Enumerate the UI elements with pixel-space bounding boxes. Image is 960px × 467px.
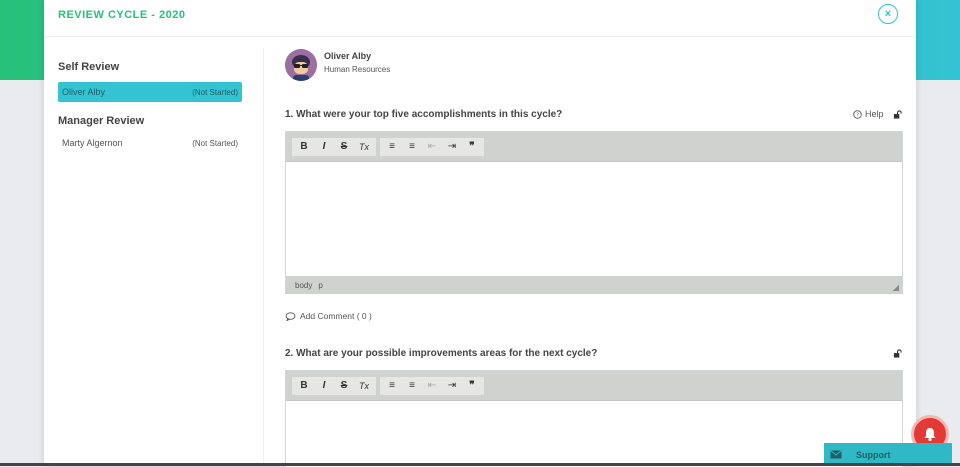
sidebar-item-name: Marty Algernon: [62, 138, 123, 148]
italic-button[interactable]: I: [314, 138, 334, 156]
format-group: B I S Tx: [292, 137, 376, 156]
question-1-text: 1. What were your top five accomplishmen…: [285, 109, 563, 120]
avatar: [285, 49, 317, 81]
unlock-icon[interactable]: [893, 110, 902, 119]
close-button[interactable]: ×: [878, 4, 898, 24]
ordered-list-button[interactable]: ≡: [382, 138, 402, 156]
comment-icon: [285, 311, 296, 321]
user-name: Oliver Alby: [324, 51, 372, 61]
bullet-list-button[interactable]: ≡: [402, 377, 422, 395]
sidebar-item-oliver-alby[interactable]: Oliver Alby (Not Started): [58, 82, 242, 102]
support-label: Support: [856, 449, 891, 460]
question-2-editor: B I S Tx ≡ ≡ ⇤ ⇥ ❞: [285, 370, 903, 467]
editor-text-area[interactable]: [286, 401, 902, 467]
add-comment-label: Add Comment ( 0 ): [300, 311, 372, 321]
editor-toolbar: B I S Tx ≡ ≡ ⇤ ⇥ ❞: [286, 132, 902, 162]
question-2-text: 2. What are your possible improvements a…: [285, 348, 598, 359]
bold-button[interactable]: B: [294, 377, 314, 395]
close-icon: ×: [884, 8, 892, 20]
question-circle-icon: ?: [853, 109, 862, 119]
unlock-icon[interactable]: [893, 349, 902, 358]
svg-text:?: ?: [856, 112, 859, 118]
list-group: ≡ ≡ ⇤ ⇥ ❞: [380, 137, 484, 156]
strike-button[interactable]: S: [334, 138, 354, 156]
modal-header: REVIEW CYCLE - 2020 ×: [44, 0, 916, 37]
manager-review-heading: Manager Review: [58, 115, 145, 127]
path-body[interactable]: body: [295, 281, 312, 290]
bullet-list-button[interactable]: ≡: [402, 138, 422, 156]
ordered-list-button[interactable]: ≡: [382, 377, 402, 395]
editor-text-area[interactable]: [286, 162, 902, 276]
bold-button[interactable]: B: [294, 138, 314, 156]
list-group: ≡ ≡ ⇤ ⇥ ❞: [380, 376, 484, 395]
outdent-button[interactable]: ⇤: [422, 138, 442, 156]
help-label: Help: [865, 109, 884, 119]
help-link[interactable]: ? Help: [853, 109, 884, 119]
italic-button[interactable]: I: [314, 377, 334, 395]
editor-statusbar: body p: [286, 276, 902, 294]
format-group: B I S Tx: [292, 376, 376, 395]
clear-format-button[interactable]: Tx: [354, 138, 374, 156]
sidebar-item-status: (Not Started): [192, 138, 238, 148]
modal-title: REVIEW CYCLE - 2020: [58, 9, 186, 21]
add-comment-link[interactable]: Add Comment ( 0 ): [285, 311, 372, 321]
indent-button[interactable]: ⇥: [442, 138, 462, 156]
strike-button[interactable]: S: [334, 377, 354, 395]
blockquote-button[interactable]: ❞: [462, 138, 482, 156]
bell-icon: [924, 428, 936, 442]
clear-format-button[interactable]: Tx: [354, 377, 374, 395]
blockquote-button[interactable]: ❞: [462, 377, 482, 395]
review-cycle-modal: REVIEW CYCLE - 2020 × Self Review Oliver…: [44, 0, 916, 467]
sidebar-item-status: (Not Started): [192, 87, 238, 97]
editor-toolbar: B I S Tx ≡ ≡ ⇤ ⇥ ❞: [286, 371, 902, 401]
sidebar-item-marty-algernon[interactable]: Marty Algernon (Not Started): [58, 133, 242, 153]
resize-handle[interactable]: [893, 285, 899, 291]
column-divider: [263, 48, 264, 466]
question-1-editor: B I S Tx ≡ ≡ ⇤ ⇥ ❞ body p: [285, 131, 903, 294]
indent-button[interactable]: ⇥: [442, 377, 462, 395]
path-p[interactable]: p: [318, 281, 322, 290]
sidebar-item-name: Oliver Alby: [62, 87, 106, 97]
self-review-heading: Self Review: [58, 61, 120, 73]
user-department: Human Resources: [324, 65, 391, 74]
outdent-button[interactable]: ⇤: [422, 377, 442, 395]
